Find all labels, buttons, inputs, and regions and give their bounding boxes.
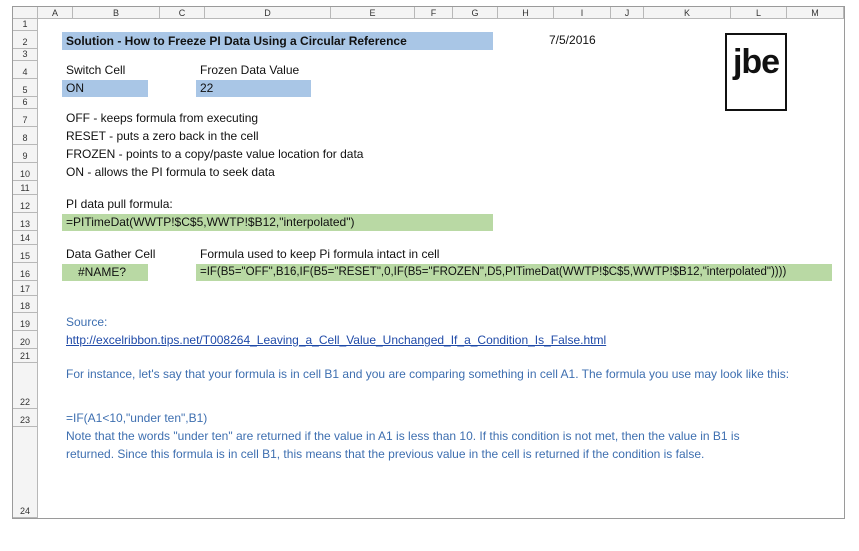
row-header-1[interactable]: 1 xyxy=(13,19,38,31)
column-header-b[interactable]: B xyxy=(73,7,160,19)
column-header-i[interactable]: I xyxy=(554,7,611,19)
note-off[interactable]: OFF - keeps formula from executing xyxy=(66,109,258,127)
column-header-e[interactable]: E xyxy=(331,7,415,19)
note-on[interactable]: ON - allows the PI formula to seek data xyxy=(66,163,275,181)
note-frozen[interactable]: FROZEN - points to a copy/paste value lo… xyxy=(66,145,363,163)
column-header-h[interactable]: H xyxy=(498,7,554,19)
row-header-24[interactable]: 24 xyxy=(13,427,38,518)
data-gather-label[interactable]: Data Gather Cell xyxy=(66,245,155,263)
column-header-g[interactable]: G xyxy=(453,7,498,19)
pi-pull-label[interactable]: PI data pull formula: xyxy=(66,195,173,213)
if-formula-cell[interactable]: =IF(B5="OFF",B16,IF(B5="RESET",0,IF(B5="… xyxy=(196,264,832,281)
select-all-corner[interactable] xyxy=(13,7,38,19)
column-header-l[interactable]: L xyxy=(731,7,787,19)
row-header-5[interactable]: 5 xyxy=(13,79,38,97)
row-header-10[interactable]: 10 xyxy=(13,163,38,181)
row-header-18[interactable]: 18 xyxy=(13,296,38,313)
row-header-20[interactable]: 20 xyxy=(13,331,38,349)
row-header-2[interactable]: 2 xyxy=(13,31,38,49)
sheet-title[interactable]: Solution - How to Freeze PI Data Using a… xyxy=(62,32,493,50)
frozen-value-label[interactable]: Frozen Data Value xyxy=(200,61,299,79)
switch-cell-label[interactable]: Switch Cell xyxy=(66,61,125,79)
row-header-12[interactable]: 12 xyxy=(13,195,38,213)
column-header-c[interactable]: C xyxy=(160,7,205,19)
logo-text: jbe xyxy=(732,43,780,81)
column-header-m[interactable]: M xyxy=(787,7,844,19)
row-header-8[interactable]: 8 xyxy=(13,127,38,145)
switch-cell-input[interactable]: ON xyxy=(62,80,148,97)
row-header-13[interactable]: 13 xyxy=(13,213,38,231)
column-header-k[interactable]: K xyxy=(644,7,731,19)
column-header-f[interactable]: F xyxy=(415,7,453,19)
row-header-14[interactable]: 14 xyxy=(13,231,38,245)
note-text-line-1[interactable]: Note that the words "under ten" are retu… xyxy=(66,427,841,445)
date-cell[interactable]: 7/5/2016 xyxy=(549,31,596,49)
jbe-logo: jbe xyxy=(725,33,787,111)
formula-intact-label[interactable]: Formula used to keep Pi formula intact i… xyxy=(200,245,439,263)
column-header-a[interactable]: A xyxy=(38,7,73,19)
frozen-value-input[interactable]: 22 xyxy=(196,80,311,97)
note-text-line-2[interactable]: returned. Since this formula is in cell … xyxy=(66,445,841,463)
source-label[interactable]: Source: xyxy=(66,313,107,331)
row-header-19[interactable]: 19 xyxy=(13,313,38,331)
data-gather-cell[interactable]: #NAME? xyxy=(62,264,148,281)
pi-formula-cell[interactable]: =PITimeDat(WWTP!$C$5,WWTP!$B12,"interpol… xyxy=(62,214,493,231)
column-header-j[interactable]: J xyxy=(611,7,644,19)
column-header-d[interactable]: D xyxy=(205,7,331,19)
row-header-11[interactable]: 11 xyxy=(13,181,38,195)
row-header-23[interactable]: 23 xyxy=(13,409,38,427)
instance-text[interactable]: For instance, let's say that your formul… xyxy=(66,365,841,383)
row-header-6[interactable]: 6 xyxy=(13,97,38,109)
example-formula[interactable]: =IF(A1<10,"under ten",B1) xyxy=(66,409,207,427)
spreadsheet: A B C D E F G H I J K L M 1 2 3 4 5 6 7 … xyxy=(12,6,845,519)
source-link[interactable]: http://excelribbon.tips.net/T008264_Leav… xyxy=(66,331,606,349)
row-header-21[interactable]: 21 xyxy=(13,349,38,363)
row-header-17[interactable]: 17 xyxy=(13,281,38,296)
row-header-16[interactable]: 16 xyxy=(13,263,38,281)
note-reset[interactable]: RESET - puts a zero back in the cell xyxy=(66,127,259,145)
row-header-3[interactable]: 3 xyxy=(13,49,38,61)
row-header-9[interactable]: 9 xyxy=(13,145,38,163)
row-header-22[interactable]: 22 xyxy=(13,363,38,409)
row-header-7[interactable]: 7 xyxy=(13,109,38,127)
row-header-15[interactable]: 15 xyxy=(13,245,38,263)
row-header-4[interactable]: 4 xyxy=(13,61,38,79)
